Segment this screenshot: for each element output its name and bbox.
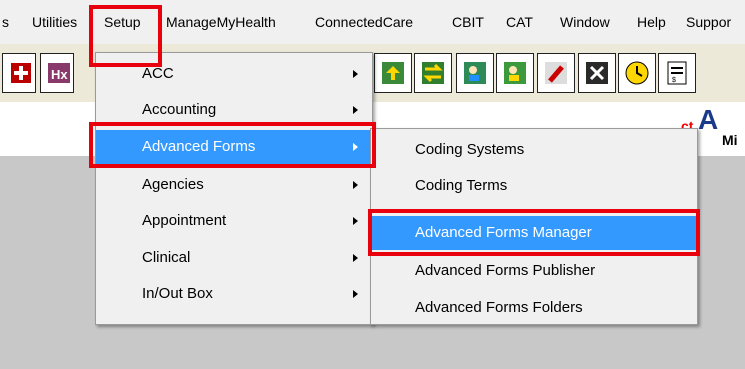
red-cross-icon — [11, 63, 31, 83]
menu-cbit[interactable]: CBIT — [452, 12, 484, 32]
patient-add-icon — [504, 62, 526, 84]
menu-item-appointment[interactable]: Appointment — [96, 204, 372, 238]
menu-item-in-out-box[interactable]: In/Out Box — [96, 277, 372, 311]
submenu-item-advanced-forms-folders[interactable]: Advanced Forms Folders — [371, 291, 697, 325]
toolbar-button-6[interactable] — [578, 53, 616, 93]
menu-item-label: Appointment — [142, 212, 227, 229]
clock-icon — [625, 61, 649, 85]
menu-cat[interactable]: CAT — [506, 12, 533, 32]
transfer-icon — [422, 62, 444, 84]
menu-item-label: Coding Terms — [415, 177, 508, 194]
toolbar-button-4[interactable] — [496, 53, 534, 93]
history-icon: Hx — [48, 63, 70, 83]
test-tube-icon — [545, 62, 567, 84]
toolbar-button-add[interactable] — [2, 53, 36, 93]
menu-managemyhealth[interactable]: ManageMyHealth — [166, 12, 276, 32]
menu-item-label: In/Out Box — [142, 285, 213, 302]
submenu-item-advanced-forms-publisher[interactable]: Advanced Forms Publisher — [371, 254, 697, 288]
toolbar-button-hx[interactable]: Hx — [40, 53, 74, 93]
toolbar-button-2[interactable] — [414, 53, 452, 93]
inbox-icon — [382, 62, 404, 84]
menu-item-agencies[interactable]: Agencies — [96, 168, 372, 202]
app-subtitle-fragment: Mi — [722, 132, 738, 148]
menu-connectedcare[interactable]: ConnectedCare — [315, 12, 413, 32]
toolbar-button-5[interactable] — [537, 53, 575, 93]
svg-text:Hx: Hx — [51, 67, 68, 82]
annotation-box-setup — [89, 5, 162, 67]
annotation-box-advanced-forms — [89, 122, 376, 168]
submenu-item-coding-systems[interactable]: Coding Systems — [371, 133, 697, 167]
toolbar-button-7[interactable] — [618, 53, 656, 93]
menu-item-label: Agencies — [142, 176, 204, 193]
toolbar-button-8[interactable]: $ — [658, 53, 696, 93]
menu-help[interactable]: Help — [637, 12, 666, 32]
invoice-icon: $ — [667, 61, 687, 85]
menu-utilities[interactable]: Utilities — [32, 12, 77, 32]
submenu-item-coding-terms[interactable]: Coding Terms — [371, 169, 697, 203]
annotation-box-advanced-forms-manager — [368, 209, 700, 256]
menu-item-clinical[interactable]: Clinical — [96, 241, 372, 275]
submenu-arrow-icon — [353, 106, 358, 114]
menu-item-label: Advanced Forms Folders — [415, 299, 583, 316]
submenu-arrow-icon — [353, 290, 358, 298]
menu-support[interactable]: Suppor — [686, 12, 731, 32]
toolbar-button-1[interactable] — [374, 53, 412, 93]
menu-item-label: Advanced Forms Publisher — [415, 262, 596, 279]
menu-window[interactable]: Window — [560, 12, 610, 32]
toolbar-button-3[interactable] — [456, 53, 494, 93]
svg-text:$: $ — [672, 77, 676, 84]
submenu-arrow-icon — [353, 70, 358, 78]
setup-menu: ACC Accounting Advanced Forms Agencies A… — [95, 52, 373, 325]
menu-item-label: Clinical — [142, 249, 191, 266]
submenu-arrow-icon — [353, 217, 358, 225]
menu-item-label: Coding Systems — [415, 141, 525, 158]
submenu-arrow-icon — [353, 254, 358, 262]
close-x-icon — [586, 62, 608, 84]
submenu-arrow-icon — [353, 181, 358, 189]
app-title-fragment: A — [698, 104, 719, 135]
menu-item-partial[interactable]: s — [2, 12, 9, 32]
patient-icon — [464, 62, 486, 84]
